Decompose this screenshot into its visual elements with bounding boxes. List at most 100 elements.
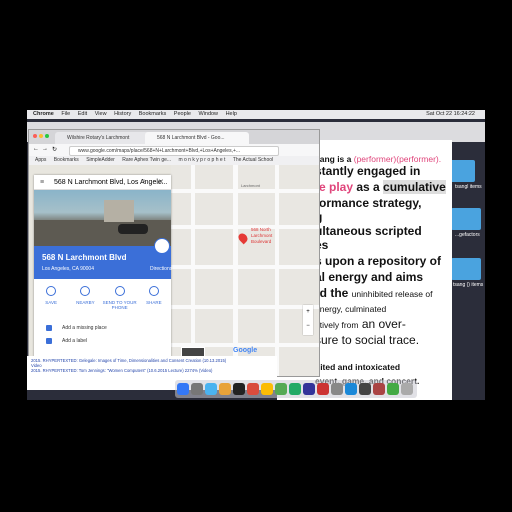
menu-bookmarks[interactable]: Bookmarks [139, 111, 167, 117]
dock [175, 380, 417, 398]
share-button[interactable]: SHARE [137, 283, 171, 317]
doc-line: s upon a repository of [315, 254, 442, 268]
tab-google-maps[interactable]: 568 N Larchmont Blvd - Goo... [145, 132, 249, 144]
search-icon[interactable]: ⌕ [142, 178, 146, 186]
doc-text: uninhibited release of [351, 289, 433, 299]
nearby-button[interactable]: NEARBY [68, 283, 102, 317]
app-icon[interactable] [331, 383, 343, 395]
street-photo[interactable] [34, 190, 171, 246]
chrome-icon[interactable] [261, 383, 273, 395]
place-address: Los Angeles, CA 90004 [42, 266, 94, 272]
share-icon [148, 286, 159, 296]
launchpad-icon[interactable] [191, 383, 203, 395]
app-icon[interactable] [275, 383, 287, 395]
bookmarks-bar: Apps Bookmarks SimpleAdder Rare Aphex Tw… [29, 156, 319, 165]
zoom-control[interactable]: + − [303, 305, 313, 335]
map-canvas[interactable]: Larchmont 568 North Larchmont Boulevard … [171, 165, 319, 376]
photo-building [104, 200, 134, 222]
app-icon[interactable] [303, 383, 315, 395]
send-to-phone-button[interactable]: SEND TO YOUR PHONE [103, 283, 137, 317]
save-label: SAVE [45, 300, 57, 305]
menu-history[interactable]: History [114, 111, 131, 117]
menu-bar: Chrome File Edit View History Bookmarks … [27, 110, 485, 119]
bookmark-apps[interactable]: Apps [35, 157, 46, 163]
menu-file[interactable]: File [61, 111, 70, 117]
bookmark-simpleadder[interactable]: SimpleAdder [86, 157, 115, 163]
doc-line: energy, culminated [315, 304, 387, 314]
directions-button[interactable]: Directions [150, 266, 172, 272]
terminal-icon[interactable] [233, 383, 245, 395]
app-icon[interactable] [289, 383, 301, 395]
doc-line: formance strategy, [315, 196, 422, 210]
flag-icon [46, 338, 52, 344]
directions-icon[interactable] [154, 238, 170, 254]
doc-text: cumulative [383, 180, 446, 194]
clock[interactable]: Sat Oct 22 16:24:22 [426, 110, 475, 119]
nearby-label: NEARBY [76, 300, 95, 305]
zoom-out-icon[interactable]: − [303, 319, 313, 333]
doc-line: te play as a cumulative [315, 180, 446, 194]
finder-icon[interactable] [177, 383, 189, 395]
bookmark-rare-aphex[interactable]: Rare Aphex Twin ge... [122, 157, 171, 163]
doc-line: atively from an over- [315, 317, 406, 334]
place-name: 568 N Larchmont Blvd [42, 253, 127, 262]
app-icon[interactable] [317, 383, 329, 395]
place-header: 568 N Larchmont Blvd Los Angeles, CA 900… [34, 238, 172, 279]
nearby-icon [80, 286, 91, 296]
doc-line: ultaneous scripted [315, 224, 422, 238]
folder-icon[interactable] [451, 258, 481, 280]
forward-arrow-icon[interactable]: → [42, 146, 48, 152]
menu-people[interactable]: People [174, 111, 191, 117]
photo-street [34, 220, 171, 246]
close-window-icon[interactable] [33, 134, 37, 138]
map-pin-label: 568 North Larchmont Boulevard [251, 227, 273, 244]
bookmark-actual-school[interactable]: The Actual School [233, 157, 273, 163]
doc-text: atively from [315, 320, 359, 330]
desktop-screen: Chrome File Edit View History Bookmarks … [27, 110, 485, 400]
menu-chrome[interactable]: Chrome [33, 111, 54, 117]
photo-car [118, 224, 148, 234]
close-icon[interactable]: ✕ [158, 178, 164, 186]
trash-icon[interactable] [401, 383, 413, 395]
doc-line: stantly engaged in [315, 164, 421, 178]
tab-wilshire-rotary[interactable]: Wilshire Rotary's Larchmont [55, 132, 155, 144]
calendar-icon[interactable] [247, 383, 259, 395]
safari-icon[interactable] [205, 383, 217, 395]
folder-icon[interactable] [451, 208, 481, 230]
tab-strip: Wilshire Rotary's Larchmont 568 N Larchm… [29, 130, 319, 144]
reload-icon[interactable]: ↻ [52, 146, 57, 153]
zoom-in-icon[interactable]: + [303, 305, 313, 319]
menu-view[interactable]: View [95, 111, 107, 117]
app-icon[interactable] [373, 383, 385, 395]
menu-window[interactable]: Window [198, 111, 218, 117]
search-input[interactable]: 568 N Larchmont Blvd, Los Angele... [34, 175, 171, 190]
footer-link[interactable]: 2015. RHYPERTEXTED: Tom Jennings: "Women… [31, 368, 273, 373]
maximize-window-icon[interactable] [45, 134, 49, 138]
folder-label: tsangl items [455, 184, 482, 190]
menu-help[interactable]: Help [226, 111, 237, 117]
menu-icon[interactable]: ≡ [40, 179, 44, 186]
doc-line: al energy and aims [315, 270, 424, 284]
bookmark-bookmarks[interactable]: Bookmarks [54, 157, 79, 163]
map-road [233, 165, 238, 376]
app-icon[interactable] [345, 383, 357, 395]
maps-page: Larchmont 568 North Larchmont Boulevard … [29, 165, 319, 376]
phone-icon [114, 286, 125, 296]
doc-text: (performer)(performer). [353, 154, 442, 164]
map-pin-icon[interactable] [236, 231, 250, 245]
minimize-window-icon[interactable] [39, 134, 43, 138]
bookmark-monkyprophet[interactable]: m o n k y p r o p h e t [178, 157, 225, 163]
back-arrow-icon[interactable]: ← [33, 146, 39, 152]
doc-line: sure to social trace. [315, 333, 420, 347]
url-field[interactable]: www.google.com/maps/place/568+N+Larchmon… [69, 146, 279, 156]
add-place-icon [46, 325, 52, 331]
save-icon [46, 286, 57, 296]
doc-line: rd the uninhibited release of [315, 286, 433, 300]
save-button[interactable]: SAVE [34, 283, 68, 317]
app-icon[interactable] [219, 383, 231, 395]
add-missing-place-label: Add a missing place [62, 325, 107, 331]
app-icon[interactable] [359, 383, 371, 395]
doc-text: sang is a [315, 154, 354, 164]
app-icon[interactable] [387, 383, 399, 395]
menu-edit[interactable]: Edit [78, 111, 87, 117]
